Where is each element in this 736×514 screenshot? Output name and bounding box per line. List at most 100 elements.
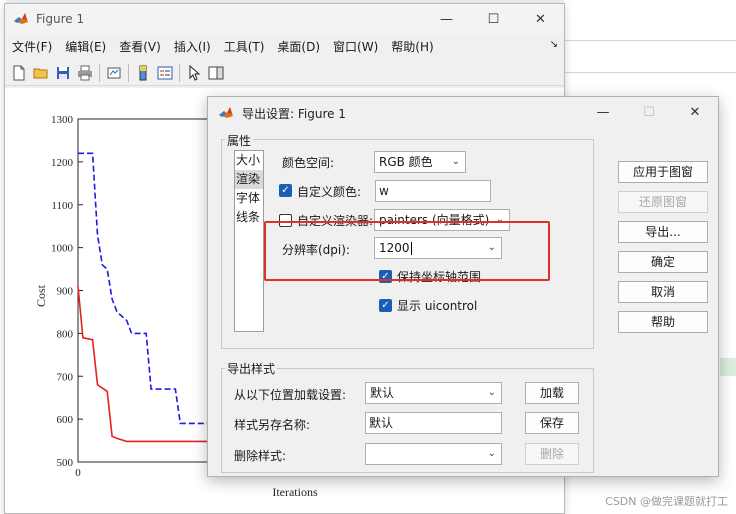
property-editor-button[interactable] bbox=[205, 62, 227, 84]
load-settings-select[interactable]: 默认 ⌄ bbox=[365, 382, 502, 404]
dialog-titlebar: 导出设置: Figure 1 — ☐ ✕ bbox=[208, 97, 718, 129]
save-icon bbox=[57, 66, 69, 79]
load-settings-value: 默认 bbox=[370, 386, 395, 400]
colorspace-label: 颜色空间: bbox=[282, 156, 335, 170]
save-style-input[interactable]: 默认 bbox=[365, 412, 502, 434]
figure-title: Figure 1 bbox=[36, 12, 85, 26]
background-divider bbox=[564, 40, 736, 41]
close-icon: ✕ bbox=[535, 11, 546, 27]
dialog-maximize-button: ☐ bbox=[626, 97, 672, 127]
figure-menubar: 文件(F) 编辑(E) 查看(V) 插入(I) 工具(T) 桌面(D) 窗口(W… bbox=[5, 35, 564, 57]
minimize-icon: — bbox=[596, 104, 610, 120]
menu-tools[interactable]: 工具(T) bbox=[217, 38, 271, 55]
y-tick-label: 600 bbox=[57, 414, 74, 426]
new-figure-button[interactable] bbox=[8, 62, 30, 84]
custom-color-input[interactable]: w bbox=[375, 180, 491, 202]
y-tick-label: 1200 bbox=[51, 157, 74, 169]
menu-edit[interactable]: 编辑(E) bbox=[58, 38, 112, 55]
background-divider bbox=[564, 72, 736, 73]
list-item-fonts[interactable]: 字体 bbox=[235, 189, 263, 208]
load-button[interactable]: 加载 bbox=[525, 382, 579, 404]
y-tick-label: 500 bbox=[57, 457, 74, 469]
toolbar-separator bbox=[179, 63, 180, 82]
menu-dock-arrow-icon[interactable]: ↘ bbox=[550, 39, 558, 50]
figure-toolbar bbox=[5, 60, 564, 86]
y-tick-label: 1100 bbox=[51, 200, 73, 212]
custom-color-label: 自定义颜色: bbox=[297, 185, 362, 199]
property-editor-icon bbox=[208, 66, 224, 79]
menu-view[interactable]: 查看(V) bbox=[112, 38, 167, 55]
export-button[interactable]: 导出... bbox=[618, 221, 708, 243]
maximize-icon: ☐ bbox=[643, 104, 655, 120]
dialog-minimize-button[interactable]: — bbox=[580, 97, 626, 127]
properties-legend: 属性 bbox=[225, 132, 254, 149]
show-uicontrol-checkbox[interactable]: ✓ bbox=[379, 299, 392, 312]
minimize-button[interactable]: — bbox=[423, 4, 470, 34]
delete-style-select[interactable]: ⌄ bbox=[365, 443, 502, 465]
insert-legend-button[interactable] bbox=[154, 62, 176, 84]
minimize-icon: — bbox=[440, 11, 453, 27]
save-button[interactable] bbox=[52, 62, 74, 84]
export-setup-dialog: 导出设置: Figure 1 — ☐ ✕ 属性 大小 渲染 字体 线条 颜色空间… bbox=[207, 96, 719, 477]
save-style-button[interactable]: 保存 bbox=[525, 412, 579, 434]
menu-window[interactable]: 窗口(W) bbox=[326, 38, 384, 55]
colorspace-value: RGB 颜色 bbox=[379, 155, 433, 169]
chevron-down-icon: ⌄ bbox=[487, 448, 496, 459]
x-axis-label: Iterations bbox=[272, 485, 318, 499]
y-axis-label: Cost bbox=[34, 284, 48, 307]
x-tick-label: 0 bbox=[75, 467, 81, 479]
pointer-icon bbox=[189, 64, 201, 81]
open-file-button[interactable] bbox=[30, 62, 52, 84]
toolbar-separator bbox=[99, 63, 100, 82]
menu-help[interactable]: 帮助(H) bbox=[384, 38, 439, 55]
list-item-lines[interactable]: 线条 bbox=[235, 208, 263, 227]
apply-to-figure-button[interactable]: 应用于图窗 bbox=[618, 161, 708, 183]
dialog-title: 导出设置: Figure 1 bbox=[242, 106, 346, 121]
matlab-logo-icon bbox=[14, 13, 28, 24]
menu-desktop[interactable]: 桌面(D) bbox=[270, 38, 326, 55]
toolbar-separator bbox=[128, 63, 129, 82]
figure-titlebar: Figure 1 — ☐ ✕ bbox=[5, 4, 564, 34]
custom-color-checkbox[interactable]: ✓ bbox=[279, 184, 292, 197]
insert-colorbar-icon bbox=[139, 65, 147, 80]
close-icon: ✕ bbox=[689, 104, 701, 120]
matlab-logo-icon bbox=[219, 107, 233, 118]
dialog-close-button[interactable]: ✕ bbox=[672, 97, 718, 127]
delete-style-label: 删除样式: bbox=[234, 449, 287, 463]
show-uicontrol-label: 显示 uicontrol bbox=[397, 299, 478, 313]
close-button[interactable]: ✕ bbox=[517, 4, 564, 34]
link-plot-button[interactable] bbox=[103, 62, 125, 84]
watermark: CSDN @做完课题就打工 bbox=[605, 495, 728, 508]
export-styles-legend: 导出样式 bbox=[225, 360, 278, 377]
link-plot-icon bbox=[107, 67, 121, 78]
open-file-icon bbox=[33, 68, 48, 78]
cancel-button[interactable]: 取消 bbox=[618, 281, 708, 303]
y-tick-label: 700 bbox=[57, 371, 74, 383]
ok-button[interactable]: 确定 bbox=[618, 251, 708, 273]
menu-insert[interactable]: 插入(I) bbox=[167, 38, 217, 55]
y-tick-label: 900 bbox=[57, 286, 74, 298]
y-tick-label: 800 bbox=[57, 328, 74, 340]
insert-legend-icon bbox=[157, 66, 173, 79]
save-style-label: 样式另存名称: bbox=[234, 418, 311, 432]
chevron-down-icon: ⌄ bbox=[451, 156, 460, 167]
new-figure-icon bbox=[13, 65, 25, 80]
background-highlight bbox=[720, 358, 736, 376]
print-icon bbox=[78, 65, 92, 80]
load-settings-label: 从以下位置加载设置: bbox=[234, 388, 347, 402]
print-button[interactable] bbox=[74, 62, 96, 84]
maximize-button[interactable]: ☐ bbox=[470, 4, 517, 34]
help-button[interactable]: 帮助 bbox=[618, 311, 708, 333]
insert-colorbar-button[interactable] bbox=[132, 62, 154, 84]
colorspace-select[interactable]: RGB 颜色 ⌄ bbox=[374, 151, 466, 173]
list-item-rendering[interactable]: 渲染 bbox=[235, 170, 263, 189]
properties-list[interactable]: 大小 渲染 字体 线条 bbox=[234, 150, 264, 332]
maximize-icon: ☐ bbox=[487, 11, 500, 27]
y-tick-label: 1000 bbox=[51, 243, 74, 255]
restore-figure-button: 还原图窗 bbox=[618, 191, 708, 213]
list-item-size[interactable]: 大小 bbox=[235, 151, 263, 170]
chevron-down-icon: ⌄ bbox=[487, 387, 496, 398]
annotation-highlight-box bbox=[264, 221, 550, 281]
menu-file[interactable]: 文件(F) bbox=[5, 38, 58, 55]
pointer-button[interactable] bbox=[183, 62, 205, 84]
